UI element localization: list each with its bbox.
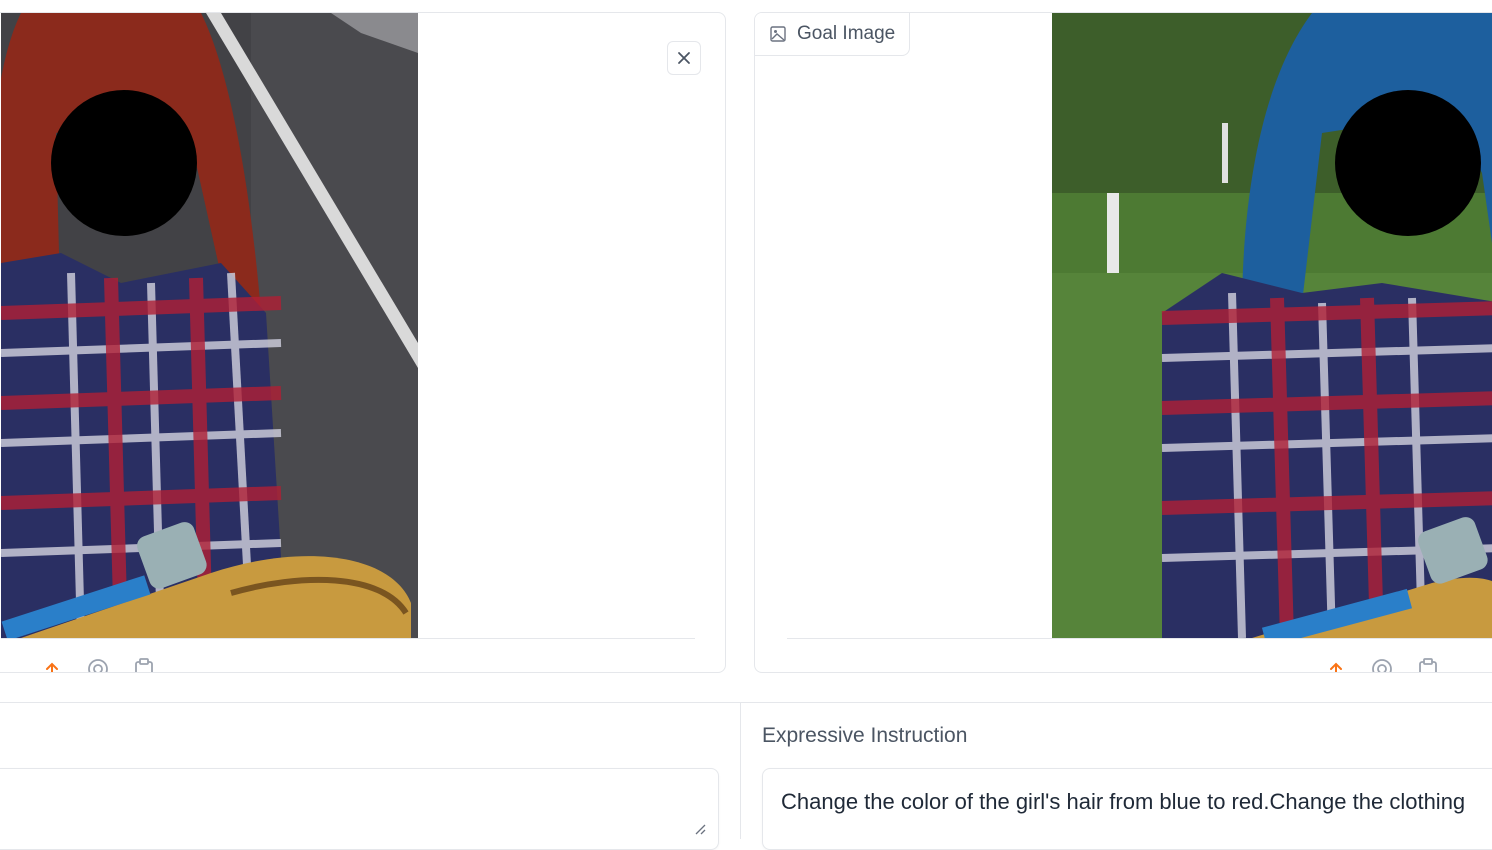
input-image-graphic — [1, 13, 418, 638]
column-divider — [740, 702, 741, 839]
input-image — [1, 13, 418, 638]
webcam-icon[interactable] — [1371, 658, 1393, 672]
instruction-label: Expressive Instruction — [762, 724, 968, 747]
upload-icon[interactable] — [41, 658, 63, 672]
goal-image — [1052, 13, 1492, 638]
section-divider — [0, 702, 1492, 703]
goal-image-label: Goal Image — [755, 13, 911, 56]
input-image-toolbar — [41, 658, 155, 672]
webcam-icon[interactable] — [87, 658, 109, 672]
image-icon — [770, 26, 786, 42]
instruction-value[interactable]: Change the color of the girl's hair from… — [781, 789, 1465, 815]
close-icon — [678, 52, 690, 64]
clear-image-button[interactable] — [667, 41, 701, 75]
goal-image-label-text: Goal Image — [797, 23, 896, 44]
left-textarea[interactable] — [0, 768, 719, 850]
resize-grip-icon[interactable] — [692, 821, 706, 835]
clipboard-icon[interactable] — [1417, 658, 1439, 672]
goal-image-graphic — [1052, 13, 1492, 638]
clipboard-icon[interactable] — [133, 658, 155, 672]
input-image-panel — [0, 12, 726, 673]
upload-icon[interactable] — [1325, 658, 1347, 672]
instruction-textarea[interactable]: Change the color of the girl's hair from… — [762, 768, 1492, 850]
image-baseline — [1, 638, 695, 639]
goal-image-baseline — [787, 638, 1492, 639]
goal-image-toolbar — [1325, 658, 1439, 672]
goal-image-panel: Goal Image — [754, 12, 1492, 673]
